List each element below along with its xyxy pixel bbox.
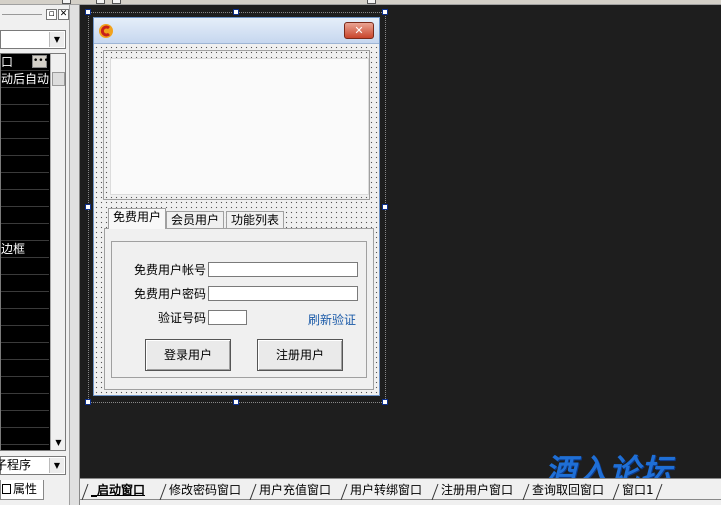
property-row[interactable]: [1, 343, 49, 360]
property-row[interactable]: [1, 122, 49, 139]
tab-separator: [612, 483, 620, 500]
property-row[interactable]: [1, 411, 49, 428]
resize-handle[interactable]: [233, 9, 239, 15]
tab-function-list[interactable]: 功能列表: [226, 211, 285, 229]
tab-separator: [249, 483, 257, 500]
property-panel-header: ▫ ✕: [0, 8, 70, 22]
toolbar-button[interactable]: [112, 0, 121, 4]
scrollbar-thumb[interactable]: [52, 72, 65, 86]
resize-handle[interactable]: [382, 9, 388, 15]
more-icon[interactable]: •••: [32, 55, 49, 68]
property-row[interactable]: 边框: [1, 241, 49, 258]
tab-properties-label: 属性: [13, 482, 38, 496]
event-selector[interactable]: 子程序 ▼: [0, 456, 66, 475]
close-icon[interactable]: ✕: [58, 9, 69, 20]
window-tab[interactable]: 窗口1: [612, 482, 654, 500]
register-button[interactable]: 注册用户: [257, 339, 343, 371]
property-row[interactable]: [1, 156, 49, 173]
toolbar-button[interactable]: [96, 0, 105, 4]
window-tab[interactable]: 查询取回窗口: [522, 482, 605, 500]
window-tab-label: 用户转绑窗口: [350, 483, 423, 497]
tab-separator: [159, 483, 167, 500]
toolbar-button[interactable]: [62, 0, 71, 4]
scroll-down-icon[interactable]: ▼: [52, 435, 65, 450]
property-row[interactable]: [1, 292, 49, 309]
tab-properties[interactable]: 属性: [0, 480, 44, 500]
resize-handle[interactable]: [233, 399, 239, 405]
component-selector[interactable]: ▼: [0, 30, 66, 49]
property-row[interactable]: [1, 190, 49, 207]
tab-separator: [81, 483, 89, 500]
window-tab-label: 用户充值窗口: [259, 483, 332, 497]
property-row[interactable]: [1, 275, 49, 292]
property-row-label: 边框: [1, 242, 26, 256]
window-tab[interactable]: 修改密码窗口: [159, 482, 242, 500]
property-row[interactable]: [1, 394, 49, 411]
tab-separator: [522, 483, 530, 500]
resize-handle[interactable]: [85, 9, 91, 15]
window-tab-label: _启动窗口: [91, 483, 146, 497]
property-row[interactable]: [1, 105, 49, 122]
property-row[interactable]: [1, 224, 49, 241]
property-row[interactable]: [1, 309, 49, 326]
window-titlebar[interactable]: ✕: [94, 18, 379, 44]
login-groupbox: 免费用户帐号： 免费用户密码： 验证号码： 刷新验证 登录用户 注册用户: [111, 241, 367, 378]
window-tab[interactable]: _启动窗口: [81, 482, 146, 500]
close-button[interactable]: ✕: [344, 22, 374, 39]
property-row[interactable]: [1, 360, 49, 377]
property-row[interactable]: [1, 173, 49, 190]
property-panel: ▫ ✕ ▼ 边框 动后自动 口 ••• ▼ 子程序 ▼ 属性: [0, 5, 70, 505]
property-row[interactable]: 动后自动: [1, 71, 49, 88]
tab-panel: 免费用户帐号： 免费用户密码： 验证号码： 刷新验证 登录用户 注册用户: [104, 228, 374, 390]
browser-area[interactable]: [110, 58, 369, 195]
toolbar-button[interactable]: [367, 0, 376, 4]
tab-free-user[interactable]: 免费用户: [108, 208, 167, 229]
refresh-captcha-link[interactable]: 刷新验证: [308, 311, 356, 328]
resize-handle[interactable]: [85, 399, 91, 405]
tab-separator: [655, 483, 663, 500]
chevron-down-icon[interactable]: ▼: [49, 32, 64, 47]
panel-splitter[interactable]: [70, 5, 80, 505]
resize-handle[interactable]: [382, 204, 388, 210]
property-row[interactable]: 口 •••: [1, 54, 49, 71]
window-client-area: 免费用户 会员用户 功能列表 免费用户帐号： 免费用户密码： 验证号码： 刷新验…: [94, 45, 379, 395]
property-scrollbar[interactable]: ▼: [50, 54, 65, 450]
tab-member-user[interactable]: 会员用户: [166, 211, 225, 229]
property-row-label: 口: [1, 55, 14, 69]
restore-icon[interactable]: ▫: [46, 9, 57, 20]
window-tab-bar: _启动窗口 修改密码窗口 用户充值窗口 用户转绑窗口 注册用户窗口 查询取回窗口 窗口1: [80, 478, 721, 505]
property-row[interactable]: [1, 258, 49, 275]
property-row[interactable]: [1, 88, 49, 105]
event-selector-value: 子程序: [0, 458, 32, 472]
property-row[interactable]: [1, 377, 49, 394]
window-tab-label: 修改密码窗口: [169, 483, 242, 497]
window-tab[interactable]: 用户转绑窗口: [340, 482, 423, 500]
password-label: 免费用户密码：: [133, 287, 218, 301]
property-row[interactable]: [1, 207, 49, 224]
property-row[interactable]: [1, 326, 49, 343]
window-tab[interactable]: 用户充值窗口: [249, 482, 332, 500]
resize-handle[interactable]: [382, 399, 388, 405]
tab-separator: [431, 483, 439, 500]
account-input[interactable]: [208, 262, 358, 277]
property-row[interactable]: [1, 428, 49, 445]
window-tab-label: 注册用户窗口: [441, 483, 514, 497]
design-window[interactable]: ✕ 免费用户 会员用户 功能列表 免费用户帐号： 免费用户密码： 验证号码： 刷…: [93, 17, 380, 396]
property-row-label: 动后自动: [1, 72, 49, 86]
chevron-down-icon[interactable]: ▼: [49, 458, 64, 473]
app-icon: [99, 24, 113, 38]
login-button[interactable]: 登录用户: [145, 339, 231, 371]
account-label: 免费用户帐号：: [133, 263, 218, 277]
property-grid[interactable]: 边框 动后自动 口 ••• ▼: [0, 53, 66, 451]
properties-icon: [2, 484, 11, 494]
property-row[interactable]: [1, 139, 49, 156]
password-input[interactable]: [208, 286, 358, 301]
tab-separator: [340, 483, 348, 500]
window-tab-label: 查询取回窗口: [532, 483, 605, 497]
resize-handle[interactable]: [85, 204, 91, 210]
captcha-input[interactable]: [208, 310, 247, 325]
window-tab[interactable]: 注册用户窗口: [431, 482, 514, 500]
